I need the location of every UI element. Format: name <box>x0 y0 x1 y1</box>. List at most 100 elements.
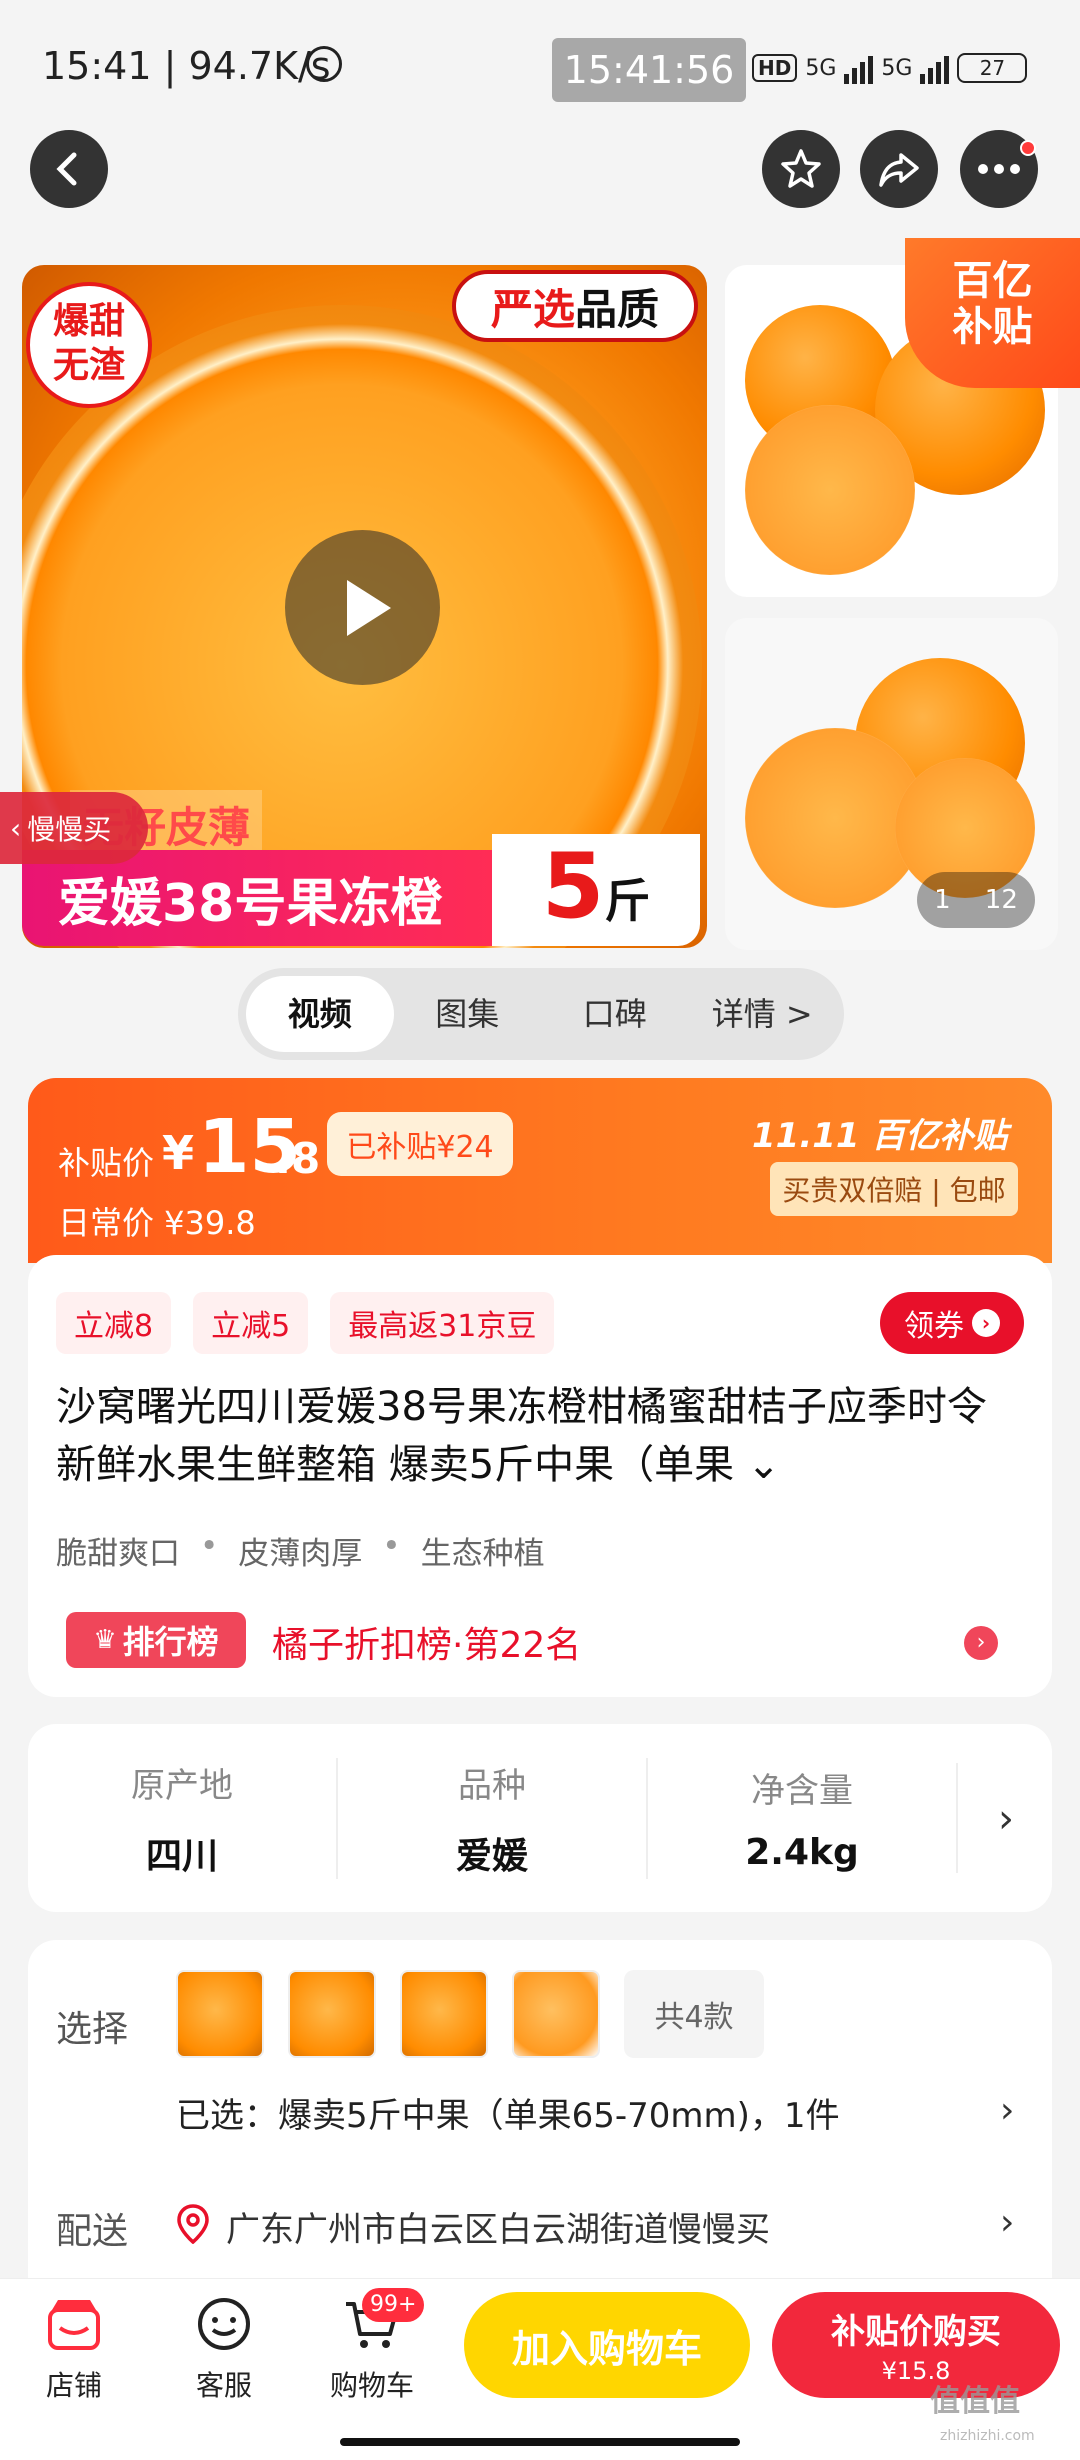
sku-thumbnail[interactable] <box>512 1970 600 2058</box>
ranking-badge-label: 排行榜 <box>122 1623 219 1661</box>
promo-chips: 立减8 立减5 最高返31京豆 <box>56 1292 555 1354</box>
promo-chip[interactable]: 立减8 <box>56 1292 172 1354</box>
ranking-badge[interactable]: ♛ 排行榜 <box>66 1612 246 1668</box>
watermark: 值值值 <box>930 2384 1020 2419</box>
badge-sweet-line2: 无渣 <box>52 345 125 386</box>
banner-number: 5 <box>541 834 605 939</box>
badge-quality: 严选 品质 <box>452 270 698 342</box>
already-subsidized-badge: 已补贴¥24 <box>327 1112 513 1176</box>
status-clock: 15:41:56 <box>552 38 746 102</box>
share-icon <box>879 153 919 187</box>
chevron-right-icon[interactable]: › <box>1000 2090 1014 2131</box>
net-label-2: 5G <box>881 55 913 81</box>
sku-options: 共4款 <box>176 1970 764 2058</box>
add-to-cart-button[interactable]: 加入购物车 <box>464 2292 750 2398</box>
tab-reviews[interactable]: 口碑 <box>541 976 689 1052</box>
spec-value: 爱媛 <box>455 1835 528 1877</box>
sku-thumbnail[interactable] <box>400 1970 488 2058</box>
tab-details[interactable]: 详情 > <box>689 976 837 1052</box>
sku-thumbnail[interactable] <box>288 1970 376 2058</box>
sku-thumbnail[interactable] <box>176 1970 264 2058</box>
badge-sweet: 爆甜 无渣 <box>26 282 152 408</box>
star-icon <box>781 149 821 188</box>
shop-button[interactable]: 店铺 <box>14 2292 134 2404</box>
orange-half-image <box>745 405 915 575</box>
spec-origin: 原产地 四川 <box>28 1757 338 1879</box>
tab-gallery[interactable]: 图集 <box>394 976 542 1052</box>
spec-variety: 品种 爱媛 <box>338 1757 648 1879</box>
spec-key: 品种 <box>458 1765 526 1806</box>
shop-icon <box>48 2300 100 2350</box>
battery-icon: 27 <box>957 53 1028 83</box>
status-time-speed: 15:41 | 94.7K/s <box>42 44 331 88</box>
product-features: 脆甜爽口 • 皮薄肉厚 • 生态种植 <box>56 1528 545 1573</box>
spec-key: 原产地 <box>131 1765 233 1806</box>
notification-dot <box>1020 140 1036 156</box>
more-dots-icon <box>978 164 1020 174</box>
shop-label: 店铺 <box>45 2369 102 2402</box>
play-button[interactable] <box>285 530 440 685</box>
net-label-1: 5G <box>805 55 837 81</box>
spec-key: 净含量 <box>751 1771 853 1811</box>
spec-net-weight: 净含量 2.4kg <box>648 1763 958 1873</box>
counter-total: 12 <box>984 885 1018 915</box>
chevron-left-icon: ‹ <box>10 811 22 845</box>
product-title[interactable]: 沙窝曙光四川爱媛38号果冻橙柑橘蜜甜桔子应季时令新鲜水果生鲜整箱 爆卖5斤中果（… <box>56 1378 1016 1494</box>
feature-item: 皮薄肉厚 <box>238 1536 363 1572</box>
ranking-text[interactable]: 橘子折扣榜·第22名 <box>272 1616 581 1668</box>
status-indicators: HD 5G 5G 27 <box>752 46 1028 90</box>
coupon-label: 领券 <box>904 1309 964 1344</box>
promo-chip[interactable]: 最高返31京豆 <box>330 1292 555 1354</box>
share-button[interactable] <box>860 130 938 208</box>
subsidy-corner-badge: 百亿 补贴 <box>905 238 1080 388</box>
cart-count-badge: 99+ <box>362 2288 425 2322</box>
event-guarantee-tags: 买贵双倍赔 | 包邮 <box>770 1162 1018 1216</box>
home-indicator[interactable] <box>340 2438 740 2446</box>
location-pin-icon <box>177 2204 209 2244</box>
badge-sweet-line1: 爆甜 <box>52 301 125 342</box>
back-button[interactable] <box>30 130 108 208</box>
dot-separator: • <box>382 1528 401 1564</box>
chevron-right-icon[interactable]: › <box>1000 2202 1014 2243</box>
chevron-right-icon[interactable]: › <box>964 1626 998 1660</box>
chevron-left-icon <box>56 152 77 186</box>
event-logo[interactable]: 11.11 百亿补贴 <box>752 1108 1007 1157</box>
subsidy-line2: 补贴 <box>952 304 1033 350</box>
spec-card[interactable]: 原产地 四川 品种 爱媛 净含量 2.4kg <box>28 1724 1052 1912</box>
selected-sku[interactable]: 已选：爆卖5斤中果（单果65-70mm)，1件 <box>176 2088 840 2137</box>
trophy-icon: ♛ <box>93 1625 117 1655</box>
customer-service-button[interactable]: 客服 <box>164 2292 284 2404</box>
cart-label: 购物车 <box>329 2369 414 2402</box>
signal-icon <box>844 52 874 84</box>
sku-count[interactable]: 共4款 <box>624 1970 764 2058</box>
buy-now-label: 补贴价购买 <box>831 2312 1001 2352</box>
price-currency: ¥ <box>162 1126 195 1180</box>
watermark-url: zhizhizhi.com <box>940 2428 1035 2444</box>
favorite-button[interactable] <box>762 130 840 208</box>
slow-buy-tab[interactable]: ‹ 慢慢买 <box>0 792 148 864</box>
media-tabs: 视频 图集 口碑 详情 > <box>238 968 844 1060</box>
shipping-address[interactable]: 广东广州市白云区白云湖街道慢慢买 <box>226 2202 770 2251</box>
hd-icon: HD <box>752 54 798 82</box>
image-counter: 1 12 <box>917 872 1035 928</box>
price-decimal: .8 <box>275 1134 321 1183</box>
signal-icon-2 <box>920 52 950 84</box>
image-weight-banner: 5斤 <box>492 834 700 946</box>
slow-buy-label: 慢慢买 <box>27 813 112 846</box>
get-coupon-button[interactable]: 领券 › <box>880 1292 1024 1354</box>
banner-unit: 斤 <box>604 874 651 928</box>
spec-value: 2.4kg <box>745 1832 859 1873</box>
image-title-banner: 爱媛38号果冻橙 <box>22 850 492 946</box>
service-label: 客服 <box>195 2369 252 2402</box>
daily-price: 日常价 ¥39.8 <box>58 1204 256 1242</box>
chat-icon <box>198 2298 250 2350</box>
spec-value: 四川 <box>145 1835 218 1877</box>
counter-current: 1 <box>934 885 951 915</box>
tab-video[interactable]: 视频 <box>246 976 394 1052</box>
select-label: 选择 <box>56 2009 129 2050</box>
chevron-right-icon[interactable]: › <box>998 1796 1014 1842</box>
chevron-right-icon: › <box>972 1309 1000 1337</box>
feature-item: 生态种植 <box>420 1536 545 1572</box>
dot-separator: • <box>200 1528 219 1564</box>
promo-chip[interactable]: 立减5 <box>193 1292 309 1354</box>
